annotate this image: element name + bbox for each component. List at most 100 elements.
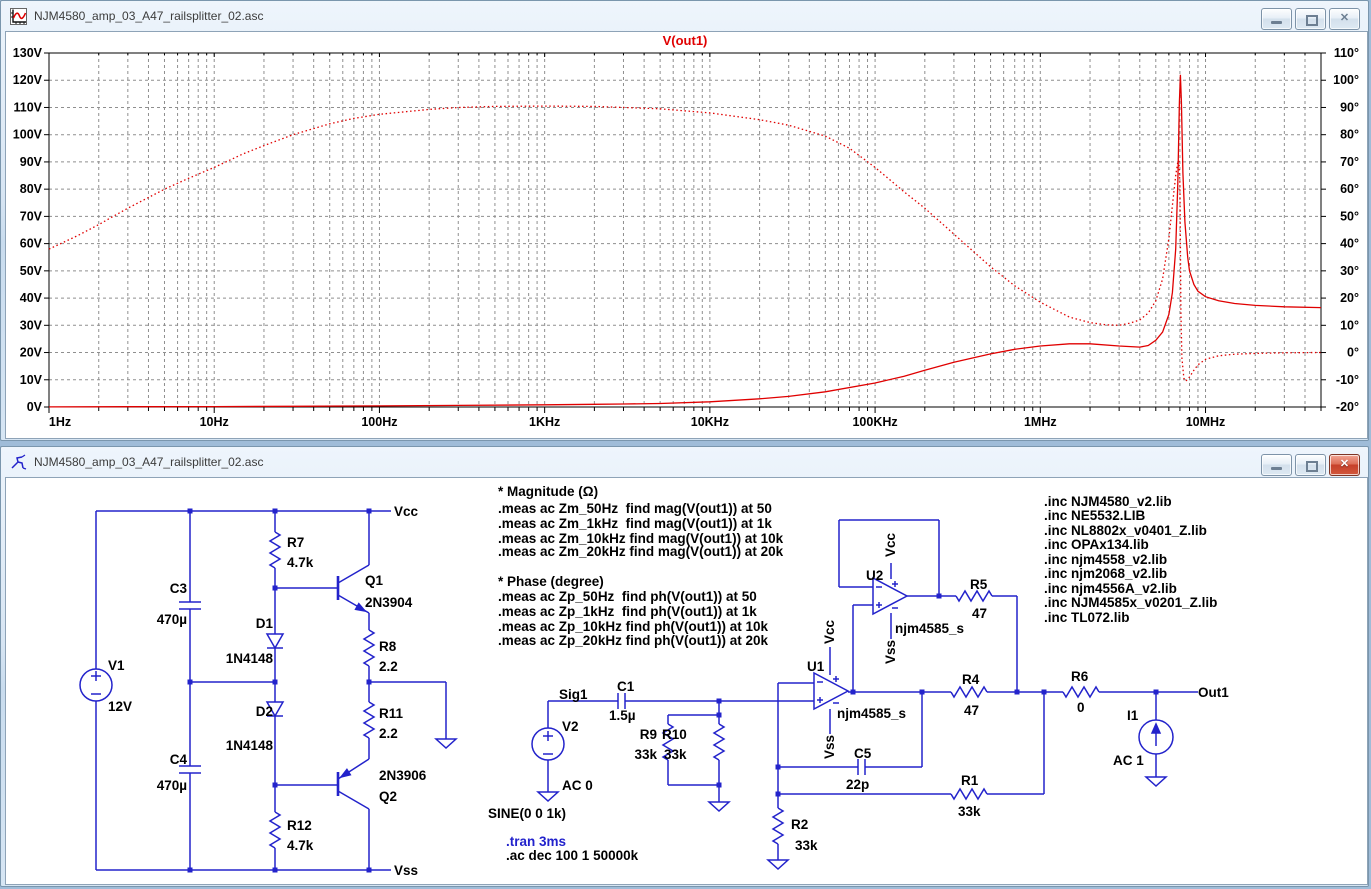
junction-dot	[188, 680, 193, 685]
schematic-pane[interactable]: VccR74.7kQ12N3904C3470µD11N4148R82.2V112…	[5, 477, 1368, 885]
spice-directive: .inc TL072.lib	[1044, 610, 1130, 625]
resistor-symbol	[956, 591, 992, 601]
schematic-titlebar[interactable]: NJM4580_amp_03_A47_railsplitter_02.asc ✕	[1, 447, 1368, 477]
junction-dot	[717, 783, 722, 788]
junction-dot	[367, 509, 372, 514]
component-label: Vss	[883, 640, 898, 664]
component-label: C4	[170, 752, 188, 767]
restore-button[interactable]	[1295, 8, 1326, 30]
y-left-tick-label: 50V	[20, 264, 43, 278]
spice-directive: * Magnitude (Ω)	[498, 484, 598, 499]
minimize-icon	[1271, 467, 1282, 470]
y-left-tick-label: 90V	[20, 155, 43, 169]
y-right-tick-label: 20°	[1340, 291, 1359, 305]
bode-plot[interactable]: 130V120V110V100V90V80V70V60V50V40V30V20V…	[6, 32, 1367, 438]
minimize-button[interactable]	[1261, 8, 1292, 30]
waveform-titlebar[interactable]: NJM4580_amp_03_A47_railsplitter_02.asc ✕	[1, 1, 1368, 31]
wires	[96, 511, 1198, 870]
ground-symbol	[768, 860, 788, 869]
component-label: R10	[662, 727, 687, 742]
component-label: 2N3906	[379, 768, 427, 783]
current-arrow-head	[1152, 724, 1160, 733]
component-label: Q2	[379, 789, 397, 804]
component-label: R8	[379, 639, 397, 654]
component-label: I1	[1127, 708, 1139, 723]
y-right-tick-label: 100°	[1333, 73, 1359, 87]
spice-directive: * Phase (degree)	[498, 574, 604, 589]
spice-directive: .inc njm4556A_v2.lib	[1044, 581, 1177, 596]
minimize-button[interactable]	[1261, 454, 1292, 476]
resistor-symbol	[951, 687, 987, 697]
plot-grid	[49, 53, 1321, 407]
x-tick-label: 100KHz	[852, 415, 897, 429]
y-left-tick-label: 80V	[20, 182, 43, 196]
component-label: 33k	[958, 804, 981, 819]
component-label: R5	[970, 577, 988, 592]
y-left-tick-label: 70V	[20, 209, 43, 223]
component-label: AC 1	[1113, 753, 1144, 768]
y-right-tick-label: 40°	[1340, 237, 1359, 251]
ground-symbol	[538, 792, 558, 801]
spice-directive: .meas ac Zm_50Hz find mag(V(out1)) at 50	[498, 501, 772, 516]
junction-dot	[851, 690, 856, 695]
schematic-window-title: NJM4580_amp_03_A47_railsplitter_02.asc	[34, 455, 263, 469]
y-right-tick-label: 0°	[1347, 346, 1359, 360]
y-right-tick-label: 50°	[1340, 209, 1359, 223]
component-label: 4.7k	[287, 838, 314, 853]
junction-dot	[1154, 690, 1159, 695]
component-label: 1N4148	[226, 651, 274, 666]
resistor-symbol	[951, 789, 987, 799]
y-right-tick-label: 90°	[1340, 100, 1359, 114]
junction-dot	[367, 680, 372, 685]
spice-directive: .meas ac Zp_50Hz find ph(V(out1)) at 50	[498, 589, 757, 604]
component-label: R12	[287, 818, 312, 833]
schematic-window: NJM4580_amp_03_A47_railsplitter_02.asc ✕…	[0, 446, 1369, 887]
resistor-symbol	[1063, 687, 1099, 697]
close-icon: ✕	[1330, 457, 1359, 470]
component-label: Vcc	[394, 504, 419, 519]
spice-directive: .inc njm2068_v2.lib	[1044, 566, 1167, 581]
close-button[interactable]: ✕	[1329, 454, 1360, 476]
component-label: R7	[287, 535, 304, 550]
resistor-symbol	[364, 630, 374, 666]
component-label: Vss	[822, 735, 837, 759]
ground-symbol	[436, 739, 456, 748]
opamp-triangle	[873, 578, 907, 614]
ground-symbol	[1146, 777, 1166, 786]
diode-symbol	[267, 634, 283, 648]
spice-directive: .tran 3ms	[506, 834, 566, 849]
component-label: SINE(0 0 1k)	[488, 806, 566, 821]
junction-dot	[1042, 690, 1047, 695]
spice-directive: .ac dec 100 1 50000k	[506, 848, 639, 863]
minimize-icon	[1271, 21, 1282, 24]
close-button[interactable]: ✕	[1329, 8, 1360, 30]
npn-emitter-arrow	[356, 604, 365, 611]
component-label: V1	[108, 658, 125, 673]
component-label: Out1	[1198, 685, 1229, 700]
y-right-tick-label: 30°	[1340, 264, 1359, 278]
component-label: V2	[562, 719, 579, 734]
pnp-emitter-arrow	[341, 769, 350, 777]
y-left-tick-label: 60V	[20, 237, 43, 251]
component-label: 1.5µ	[609, 708, 636, 723]
spice-directive: .inc OPAx134.lib	[1044, 537, 1149, 552]
schematic-drawing[interactable]: VccR74.7kQ12N3904C3470µD11N4148R82.2V112…	[6, 478, 1367, 884]
component-label: 33k	[795, 838, 818, 853]
plot-title: V(out1)	[663, 33, 708, 48]
junction-dot	[273, 586, 278, 591]
ground-symbol	[709, 802, 729, 811]
component-label: 470µ	[157, 778, 187, 793]
y-left-tick-label: 100V	[13, 128, 43, 142]
restore-button[interactable]	[1295, 454, 1326, 476]
component-label: R1	[961, 773, 979, 788]
waveform-pane[interactable]: 130V120V110V100V90V80V70V60V50V40V30V20V…	[5, 31, 1368, 439]
y-left-tick-label: 40V	[20, 291, 43, 305]
x-tick-label: 10KHz	[691, 415, 729, 429]
component-label: Sig1	[559, 687, 588, 702]
junction-dot	[188, 509, 193, 514]
y-left-tick-label: 130V	[13, 46, 43, 60]
y-left-tick-label: 110V	[13, 100, 42, 114]
y-right-tick-label: 80°	[1340, 128, 1359, 142]
y-right-tick-label: -10°	[1336, 373, 1359, 387]
spice-directive: .meas ac Zm_20kHz find mag(V(out1)) at 2…	[498, 544, 784, 559]
